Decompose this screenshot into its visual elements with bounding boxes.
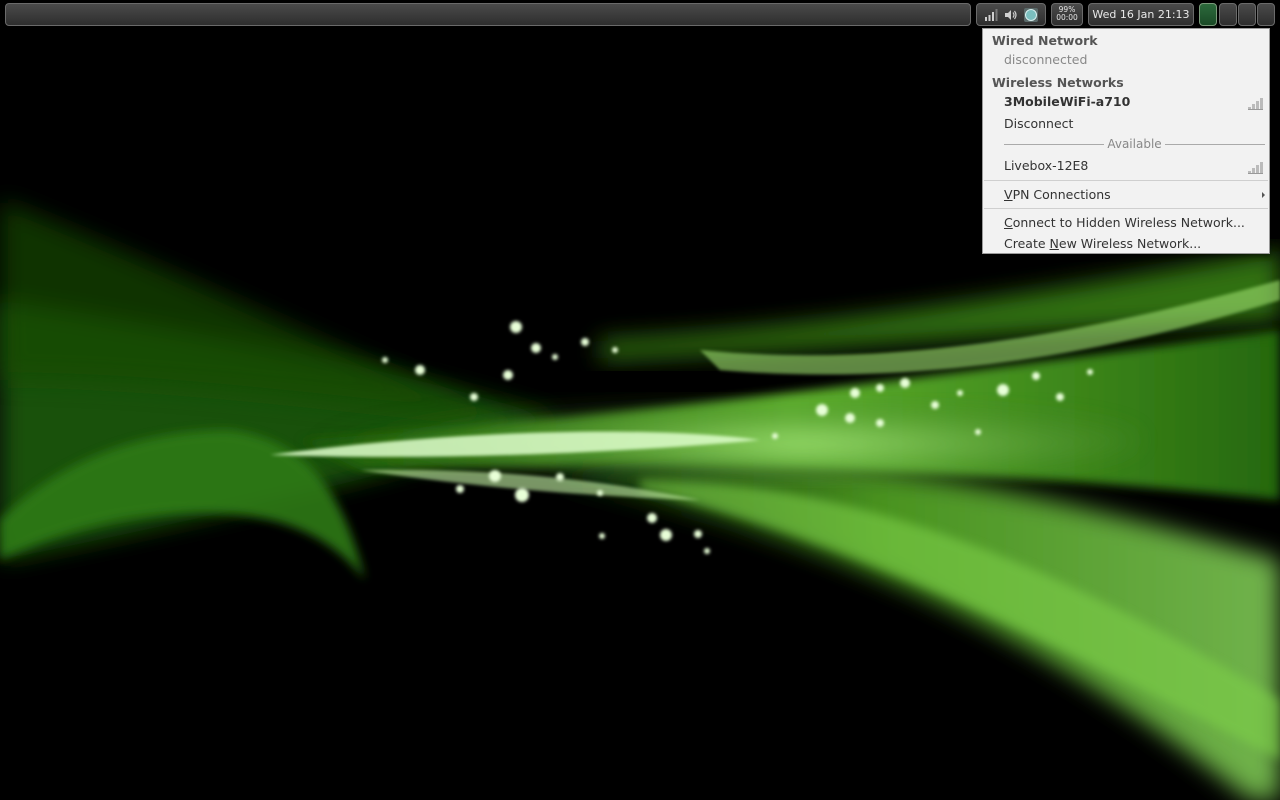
vpn-connections-menu[interactable]: VPN Connections: [983, 185, 1269, 205]
submenu-arrow-icon: [1262, 192, 1265, 198]
vpn-label: PN Connections: [1012, 187, 1111, 202]
wired-network-header: Wired Network: [992, 33, 1098, 48]
network-signal-icon[interactable]: [982, 6, 1000, 24]
available-separator: Available: [1004, 137, 1266, 151]
network-menu: Wired Network disconnected Wireless Netw…: [982, 28, 1270, 254]
taskbar[interactable]: [5, 3, 971, 26]
menu-separator: [984, 180, 1268, 181]
volume-icon[interactable]: [1002, 6, 1020, 24]
menu-separator: [984, 208, 1268, 209]
available-label: Available: [1107, 137, 1162, 151]
wifi-signal-icon: [1248, 96, 1264, 116]
create-wireless-network-item[interactable]: Create New Wireless Network...: [983, 234, 1269, 254]
available-ssid: Livebox-12E8: [1004, 158, 1089, 173]
hidden-accel: C: [1004, 215, 1013, 230]
wireless-networks-header: Wireless Networks: [992, 75, 1124, 90]
connected-wireless-network[interactable]: 3MobileWiFi-a710: [983, 92, 1269, 112]
system-tray: [976, 3, 1046, 26]
create-label-rest: ew Wireless Network...: [1058, 236, 1202, 251]
workspace-4[interactable]: [1257, 3, 1275, 26]
connect-hidden-network-item[interactable]: Connect to Hidden Wireless Network...: [983, 213, 1269, 233]
wired-network-status: disconnected: [1004, 52, 1088, 67]
disconnect-button[interactable]: Disconnect: [983, 114, 1269, 134]
hidden-label: onnect to Hidden Wireless Network...: [1012, 215, 1245, 230]
workspace-3[interactable]: [1238, 3, 1256, 26]
connected-ssid: 3MobileWiFi-a710: [1004, 94, 1131, 109]
vpn-accel: V: [1004, 187, 1013, 202]
network-manager-icon[interactable]: [1022, 6, 1040, 24]
clock[interactable]: Wed 16 Jan 21:13: [1088, 3, 1194, 26]
create-accel: N: [1049, 236, 1059, 251]
wifi-signal-icon: [1248, 160, 1264, 180]
workspace-1[interactable]: [1199, 3, 1217, 26]
workspace-2[interactable]: [1219, 3, 1237, 26]
battery-indicator[interactable]: 99% 00:00: [1051, 3, 1083, 26]
battery-time: 00:00: [1056, 13, 1078, 22]
create-label-pre: Create: [1004, 236, 1050, 251]
available-network-item[interactable]: Livebox-12E8: [983, 156, 1269, 176]
